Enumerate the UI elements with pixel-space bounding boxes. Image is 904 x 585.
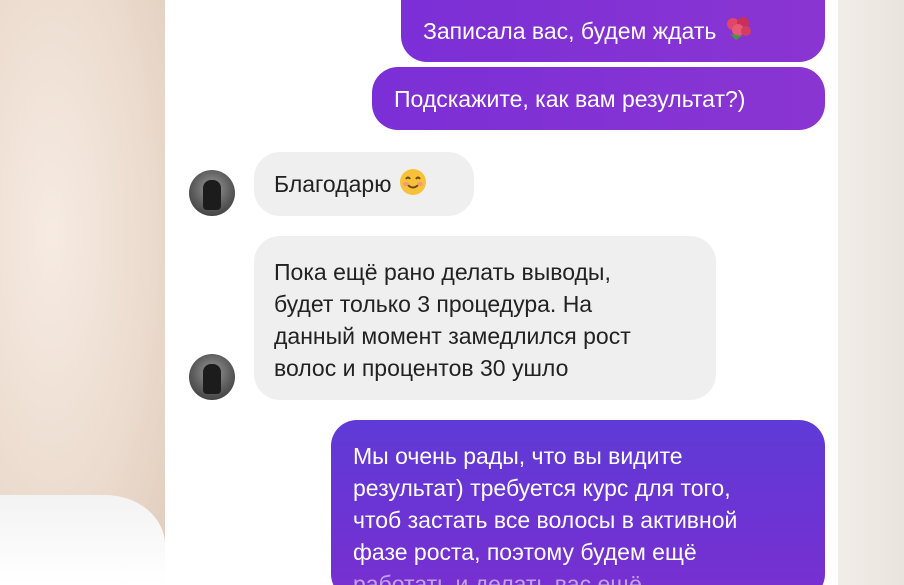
message-line: Мы очень рады, что вы видите	[353, 443, 683, 469]
contact-avatar[interactable]	[189, 170, 235, 216]
flower-bouquet-icon	[724, 16, 754, 50]
message-line: Пока ещё рано делать выводы,	[274, 259, 611, 285]
message-incoming-2[interactable]: Пока ещё рано делать выводы, будет тольк…	[254, 236, 716, 400]
chat-screen: Записала вас, будем ждать Подскажите, ка…	[165, 0, 838, 585]
message-line: будет только 3 процедура. На	[274, 291, 593, 317]
smiling-face-icon	[399, 168, 427, 204]
message-line: работать и делать вас ещё	[353, 571, 642, 585]
message-line: чтоб застать все волосы в активной	[353, 507, 738, 533]
background-left	[0, 0, 170, 585]
contact-avatar[interactable]	[189, 354, 235, 400]
message-line: волос и процентов 30 ушло	[274, 355, 569, 381]
message-line: данный момент замедлился рост	[274, 323, 631, 349]
message-outgoing-2[interactable]: Подскажите, как вам результат?)	[372, 67, 825, 130]
message-text: Записала вас, будем ждать	[423, 18, 717, 44]
background-fabric	[0, 495, 165, 585]
message-text: Подскажите, как вам результат?)	[394, 86, 746, 112]
message-outgoing-1[interactable]: Записала вас, будем ждать	[401, 0, 825, 62]
message-incoming-1[interactable]: Благодарю	[254, 152, 474, 216]
message-text: Благодарю	[274, 171, 392, 198]
message-outgoing-3[interactable]: Мы очень рады, что вы видите результат) …	[331, 420, 825, 585]
message-line: результат) требуется курс для того,	[353, 475, 731, 501]
background-right	[838, 0, 904, 585]
message-line: фазе роста, поэтому будем ещё	[353, 539, 697, 565]
